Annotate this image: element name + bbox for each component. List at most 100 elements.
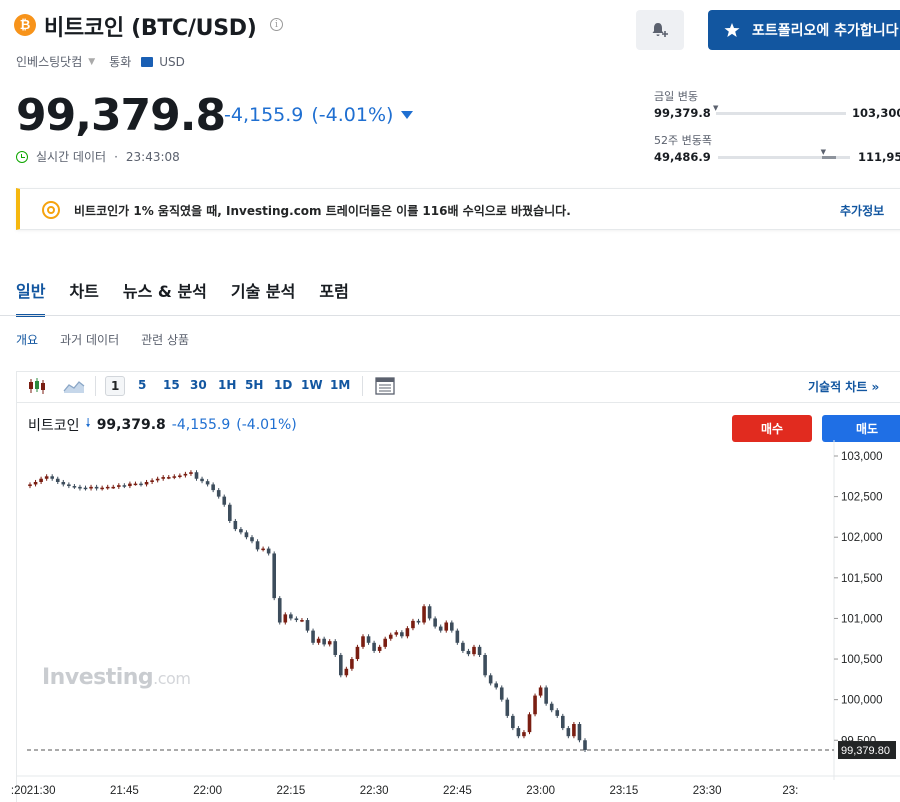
candle-body: [172, 476, 177, 478]
timeframe-5h[interactable]: 5H: [245, 378, 263, 392]
y-tick-label: 101,000: [841, 613, 883, 625]
y-tick-label: 100,000: [841, 695, 883, 707]
candle-body: [522, 732, 526, 737]
tab-overview[interactable]: 일반: [16, 278, 46, 317]
timeframe-15[interactable]: 15: [163, 378, 180, 392]
tab-news[interactable]: 뉴스 & 분석: [123, 278, 207, 317]
week52-range-bar: [718, 156, 850, 159]
table-view-icon[interactable]: [374, 377, 396, 395]
x-tick-label: 23:15: [609, 785, 638, 797]
last-price-label: 99,379.80: [841, 745, 890, 757]
candle-body: [538, 687, 543, 696]
main-tabs: 일반 차트 뉴스 & 분석 기술 분석 포럼: [16, 278, 349, 317]
candle-body: [55, 478, 60, 482]
toolbar-separator: [95, 376, 96, 396]
candle-body: [533, 695, 537, 715]
technical-chart-link[interactable]: 기술적 차트 »: [808, 378, 879, 395]
candle-body: [222, 496, 227, 505]
candle-body: [444, 622, 449, 631]
down-arrow-icon: 🠗: [85, 416, 91, 430]
timeframe-30[interactable]: 30: [190, 378, 207, 392]
subtab-summary[interactable]: 개요: [16, 331, 38, 348]
x-tick-label: 23:30: [693, 785, 722, 797]
week52-range-marker: ▼: [820, 148, 826, 156]
promo-text: 비트코인가 1% 움직였을 때, Investing.com 트레이더들은 이를…: [74, 204, 571, 218]
timeframe-1d[interactable]: 1D: [274, 378, 292, 392]
candle-body: [261, 548, 265, 551]
timeframe-5[interactable]: 5: [138, 378, 146, 392]
candle-body: [333, 641, 338, 655]
quote-time: 23:43:08: [125, 149, 180, 164]
add-to-portfolio-button[interactable]: 포트폴리오에 추가합니다: [708, 10, 900, 50]
candle-body: [283, 614, 288, 623]
candle-body: [111, 486, 116, 489]
candlestick-chart-icon[interactable]: [26, 377, 48, 395]
candle-body: [44, 476, 49, 479]
candle-body: [61, 481, 66, 485]
candle-body: [316, 638, 321, 643]
candle-body: [294, 618, 299, 621]
bell-plus-icon: [652, 23, 668, 37]
week52-range-high: 111,953: [858, 150, 900, 164]
live-label: 실시간 데이터: [36, 150, 107, 164]
candle-body: [572, 724, 576, 737]
down-arrow-icon: [401, 111, 414, 119]
candle-body: [94, 486, 99, 489]
candle-body: [361, 636, 365, 647]
candle-body: [39, 478, 43, 482]
price-chart[interactable]: 103,000 102,500 102,000 101,500 101,000 100,5…: [0, 440, 900, 802]
y-tick-label: 102,000: [841, 532, 883, 544]
subtab-related[interactable]: 관련 상품: [141, 331, 189, 348]
subtab-historical[interactable]: 과거 데이터: [60, 331, 119, 348]
chart-toolbar-divider: [17, 402, 900, 403]
candle-body: [544, 687, 548, 704]
data-source[interactable]: 인베스팅닷컴: [16, 53, 82, 70]
day-range-bar: [716, 112, 846, 115]
candle-body: [499, 687, 504, 700]
week52-range-label: 52주 변동폭: [654, 134, 712, 147]
candle-body: [350, 659, 354, 669]
chart-legend: 비트코인 🠗 99,379.8 -4,155.9 (-4.01%): [28, 414, 297, 435]
candle-body: [200, 478, 204, 482]
day-range-high: 103,300: [852, 106, 900, 120]
timeframe-1m[interactable]: 1M: [330, 378, 350, 392]
candle-body: [122, 485, 127, 487]
buy-button[interactable]: 매수: [732, 415, 812, 442]
candle-body: [72, 486, 77, 488]
x-tick-label: 21:45: [110, 785, 139, 797]
live-data-row: 실시간 데이터 · 23:43:08: [16, 148, 180, 165]
tab-forum[interactable]: 포럼: [319, 278, 348, 317]
tab-chart[interactable]: 차트: [69, 278, 98, 317]
info-icon[interactable]: i: [270, 18, 283, 31]
candle-body: [472, 646, 476, 655]
candle-body: [388, 634, 393, 639]
candle-body: [355, 646, 360, 660]
timeframe-1[interactable]: 1: [105, 376, 126, 396]
candle-body: [577, 724, 582, 741]
day-range-low: 99,379.8: [654, 106, 711, 120]
candle-body: [516, 728, 521, 737]
x-tick-label: 22:45: [443, 785, 472, 797]
price-change: -4,155.9 (-4.01%): [224, 104, 414, 126]
candle-body: [289, 614, 293, 619]
candle-body: [483, 654, 487, 676]
candle-body: [28, 484, 32, 487]
sub-tabs: 개요 과거 데이터 관련 상품: [16, 331, 189, 348]
candle-body: [305, 620, 310, 631]
more-info-link[interactable]: 추가정보: [840, 202, 884, 219]
candle-body: [322, 638, 326, 645]
candle-body: [228, 504, 232, 521]
timeframe-1w[interactable]: 1W: [301, 378, 323, 392]
chevron-down-icon[interactable]: ▼: [88, 57, 95, 67]
candle-body: [377, 646, 382, 651]
area-chart-icon[interactable]: [63, 377, 85, 395]
x-tick-label: 23:00: [526, 785, 555, 797]
x-tick-label: 21:30: [27, 785, 56, 797]
sell-button[interactable]: 매도: [822, 415, 900, 442]
legend-price: 99,379.8: [96, 416, 166, 433]
candle-body: [511, 715, 515, 729]
candle-body: [527, 714, 532, 733]
tab-technical[interactable]: 기술 분석: [231, 278, 295, 317]
create-alert-button[interactable]: [636, 10, 684, 50]
timeframe-1h[interactable]: 1H: [218, 378, 236, 392]
